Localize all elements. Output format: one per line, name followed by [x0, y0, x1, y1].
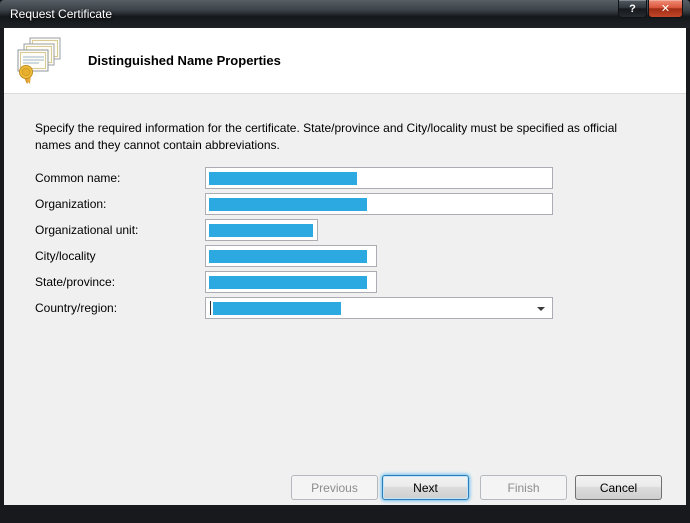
common-name-label: Common name: — [35, 171, 121, 185]
previous-button[interactable]: Previous — [291, 475, 378, 500]
country-region-label: Country/region: — [35, 301, 118, 315]
close-button[interactable]: ✕ — [648, 0, 683, 18]
redacted-value — [213, 301, 341, 315]
country-region-select[interactable] — [205, 297, 553, 319]
state-province-label: State/province: — [35, 275, 116, 289]
dropdown-arrow-icon[interactable] — [537, 307, 545, 311]
distinguished-name-form: Common name: Organization: Organizationa… — [35, 167, 686, 319]
next-button[interactable]: Next — [382, 475, 469, 500]
close-icon: ✕ — [660, 3, 671, 15]
field-row: Organizational unit: — [35, 219, 686, 241]
titlebar[interactable]: Request Certificate ? ✕ — [0, 0, 690, 28]
window-title: Request Certificate — [10, 7, 113, 21]
wizard-buttons: Previous Next Finish Cancel — [291, 475, 662, 500]
field-row: Country/region: — [35, 297, 686, 319]
caption-buttons: ? ✕ — [618, 0, 683, 18]
field-row: State/province: — [35, 271, 686, 293]
help-button[interactable]: ? — [618, 0, 647, 18]
redacted-value — [209, 249, 367, 263]
city-locality-label: City/locality — [35, 249, 96, 263]
organization-label: Organization: — [35, 197, 107, 211]
field-row: City/locality — [35, 245, 686, 267]
page-title: Distinguished Name Properties — [88, 53, 281, 68]
organizational-unit-input[interactable] — [205, 219, 318, 241]
redacted-value — [209, 275, 367, 289]
organizational-unit-label: Organizational unit: — [35, 223, 139, 237]
certificate-icon — [14, 36, 66, 86]
finish-button[interactable]: Finish — [480, 475, 567, 500]
text-caret — [210, 301, 211, 315]
dialog-client-area: Distinguished Name Properties Specify th… — [4, 28, 686, 505]
wizard-header: Distinguished Name Properties — [4, 28, 686, 94]
field-row: Common name: — [35, 167, 686, 189]
redacted-value — [209, 171, 357, 185]
field-row: Organization: — [35, 193, 686, 215]
redacted-value — [209, 223, 313, 237]
cancel-button[interactable]: Cancel — [575, 475, 662, 500]
organization-input[interactable] — [205, 193, 553, 215]
state-province-input[interactable] — [205, 271, 377, 293]
redacted-value — [209, 197, 367, 211]
request-certificate-dialog: Request Certificate ? ✕ Distinguished Na… — [0, 0, 690, 523]
instructions-text: Specify the required information for the… — [35, 121, 618, 152]
common-name-input[interactable] — [205, 167, 553, 189]
city-locality-input[interactable] — [205, 245, 377, 267]
help-icon: ? — [629, 2, 636, 15]
